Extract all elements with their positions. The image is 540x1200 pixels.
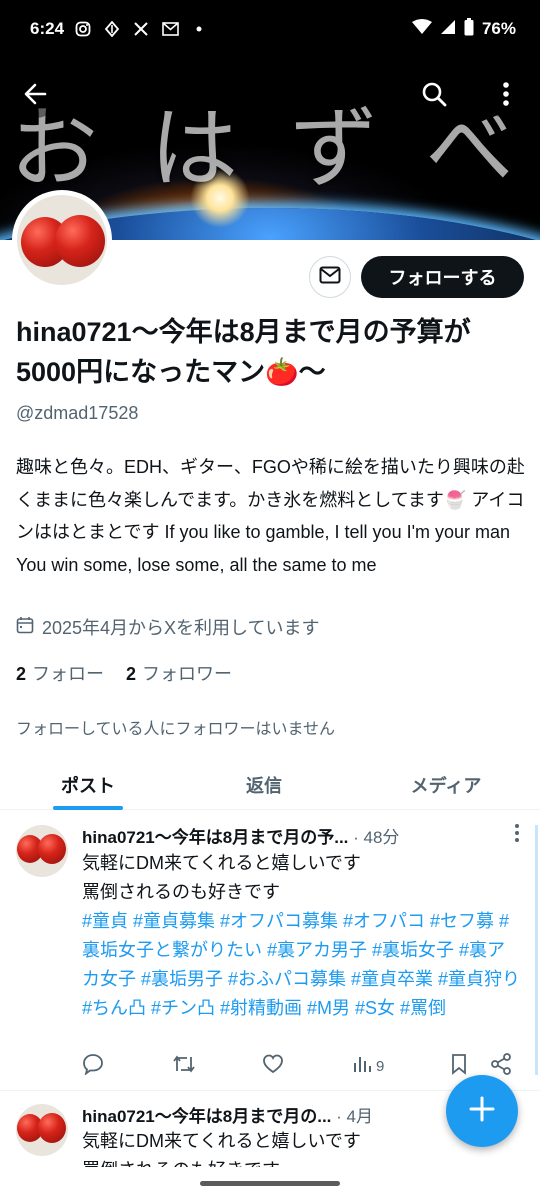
banner-text: おはずべ (10, 97, 540, 200)
no-mutual-followers-note: フォローしている人にフォロワーはいません (16, 721, 336, 738)
compose-post-button[interactable] (446, 1075, 518, 1147)
app-icon (103, 20, 121, 38)
share-button[interactable] (490, 1053, 512, 1079)
post-timestamp: · 48分 (353, 828, 400, 847)
like-button[interactable] (262, 1053, 352, 1079)
heart-icon (262, 1053, 284, 1079)
plus-icon (468, 1095, 496, 1128)
signal-icon (440, 19, 456, 40)
follow-stats: 2 フォロー 2 フォロワー (16, 660, 232, 686)
views-button[interactable]: 9 (352, 1054, 450, 1078)
tab-replies[interactable]: 返信 (176, 760, 352, 809)
post-text-line: 気軽にDM来てくれると嬉しいです (82, 853, 361, 873)
home-indicator[interactable] (200, 1181, 340, 1186)
envelope-icon (319, 266, 341, 289)
post-text-line: 罵倒されるのも好きです (82, 882, 280, 902)
scroll-indicator (535, 825, 538, 1075)
views-count: 9 (376, 1057, 385, 1075)
post-header: hina0721〜今年は8月まで月の予... · 48分 (82, 823, 399, 848)
join-date: 2025年4月からXを利用しています (16, 614, 320, 640)
wifi-icon (411, 18, 432, 40)
join-date-text: 2025年4月からXを利用しています (42, 618, 320, 638)
tab-media[interactable]: メディア (352, 760, 540, 809)
post-hashtags[interactable]: #童貞 #童貞募集 #オフパコ募集 #オフパコ #セフ募 #裏垢女子と繋がりたい… (82, 907, 522, 1023)
follow-button[interactable]: フォローする (361, 256, 524, 298)
repost-icon (172, 1053, 196, 1079)
message-button[interactable] (309, 256, 351, 298)
followers-link[interactable]: 2 フォロワー (126, 660, 232, 686)
more-options-button[interactable] (484, 74, 528, 118)
following-link[interactable]: 2 フォロー (16, 660, 104, 686)
post-avatar[interactable] (16, 825, 68, 877)
back-arrow-icon (23, 81, 49, 112)
following-count: 2 (16, 664, 27, 684)
mail-icon (161, 20, 179, 38)
bookmark-icon (450, 1053, 468, 1079)
tomato-avatar-image (17, 195, 107, 285)
followers-count: 2 (126, 664, 137, 684)
post-more-icon[interactable] (514, 823, 520, 849)
reply-button[interactable] (82, 1053, 172, 1079)
profile-avatar[interactable] (12, 190, 112, 290)
battery-icon (464, 17, 474, 41)
more-vertical-icon (502, 81, 510, 112)
post-author-name[interactable]: hina0721〜今年は8月まで月の... (82, 1107, 331, 1126)
dot-icon (190, 20, 208, 38)
instagram-icon (74, 20, 92, 38)
post-actions: 9 (82, 1053, 522, 1079)
reply-icon (82, 1053, 104, 1079)
back-button[interactable] (14, 74, 58, 118)
repost-button[interactable] (172, 1053, 262, 1079)
post-avatar[interactable] (16, 1104, 68, 1156)
analytics-icon (352, 1054, 372, 1078)
post-header: hina0721〜今年は8月まで月の... · 4月 (82, 1102, 373, 1127)
search-icon (421, 81, 447, 112)
post-author-name[interactable]: hina0721〜今年は8月まで月の予... (82, 828, 348, 847)
battery-level: 76% (481, 19, 516, 38)
calendar-icon (16, 616, 34, 639)
search-button[interactable] (412, 74, 456, 118)
profile-tabs: ポスト 返信 メディア (0, 760, 540, 810)
status-time: 6:24 (30, 19, 65, 38)
tab-posts[interactable]: ポスト (0, 760, 176, 809)
following-label: フォロー (32, 664, 105, 684)
post-body: 気軽にDM来てくれると嬉しいです 罵倒されるのも好きです #童貞 #童貞募集 #… (82, 849, 522, 1023)
status-bar: 6:24 76% (0, 0, 540, 58)
post-item[interactable]: hina0721〜今年は8月まで月の予... · 48分 気軽にDM来てくれると… (0, 811, 540, 1091)
post-timestamp: · 4月 (336, 1107, 373, 1126)
followers-label: フォロワー (142, 664, 233, 684)
post-text-line: 罵倒されるのも好きです (82, 1156, 522, 1167)
user-handle: @zdmad17528 (16, 403, 139, 423)
share-icon (490, 1053, 512, 1079)
x-icon (132, 20, 150, 38)
profile-bio: 趣味と色々。EDH、ギター、FGOや稀に絵を描いたり興味の赴くままに色々楽しんで… (16, 457, 525, 575)
display-name: hina0721〜今年は8月まで月の予算が5000円になったマン🍅〜 (16, 317, 471, 387)
